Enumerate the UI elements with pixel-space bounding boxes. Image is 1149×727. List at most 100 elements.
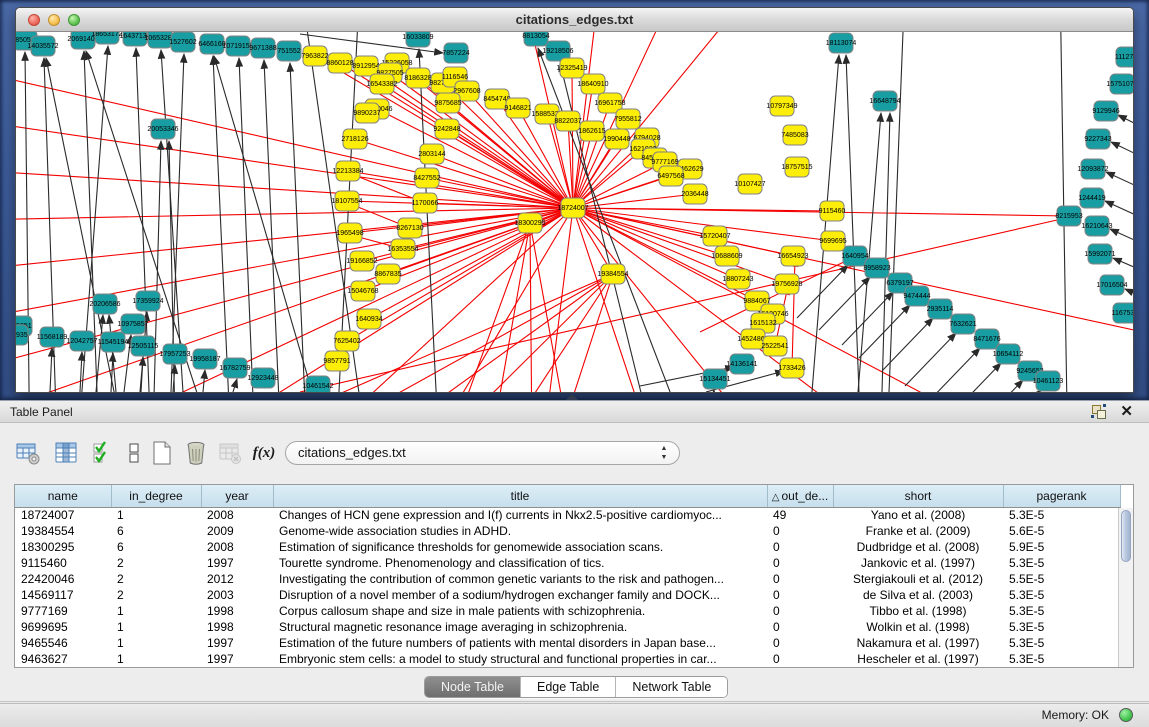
graph-node[interactable]: 2803144 (418, 144, 445, 164)
graph-node[interactable]: 16648794 (869, 91, 900, 111)
graph-node[interactable]: 18757515 (781, 157, 812, 177)
graph-node[interactable]: 12325419 (556, 58, 587, 78)
graph-node[interactable]: 15992071 (1084, 244, 1115, 264)
graph-node[interactable]: 16782759 (219, 358, 250, 378)
tab-network-table[interactable]: Network Table (615, 677, 727, 697)
table-row[interactable]: 1830029562008Estimation of significance … (15, 539, 1120, 555)
scrollbar-thumb[interactable] (1121, 510, 1131, 562)
graph-node[interactable]: 12042757 (66, 331, 97, 351)
graph-node[interactable]: 2036448 (681, 184, 708, 204)
graph-node[interactable]: 8267130 (396, 218, 423, 238)
graph-node[interactable]: 9857791 (323, 351, 350, 371)
graph-node[interactable]: 11545194 (98, 332, 129, 352)
citation-edge-black[interactable] (264, 60, 282, 392)
graph-node[interactable]: 18807243 (722, 269, 753, 289)
new-table-icon[interactable] (146, 437, 178, 469)
table-panel-header[interactable]: Table Panel ✕ (0, 400, 1149, 423)
select-columns-icon[interactable] (87, 437, 119, 469)
column-header-out-de-[interactable]: △out_de... (767, 485, 833, 507)
graph-node[interactable]: 19166852 (346, 251, 377, 271)
tab-edge-table[interactable]: Edge Table (520, 677, 615, 697)
graph-node[interactable]: 17016504 (1096, 275, 1127, 295)
graph-node[interactable]: 9242848 (433, 119, 460, 139)
graph-node[interactable]: 1527602 (169, 32, 196, 52)
citation-edge-black[interactable] (990, 390, 1041, 392)
graph-node[interactable]: 391935 (16, 325, 28, 345)
citation-edge-black[interactable] (290, 63, 308, 392)
table-settings-icon[interactable] (12, 437, 44, 469)
graph-node[interactable]: 20053346 (147, 119, 178, 139)
citation-edge-black[interactable] (972, 380, 1023, 392)
table-row[interactable]: 2242004622012Investigating the contribut… (15, 571, 1120, 587)
citation-edge-black[interactable] (239, 58, 256, 392)
graph-node[interactable]: 19384554 (597, 264, 628, 284)
graph-node[interactable]: 18653172 (91, 32, 122, 44)
graph-node[interactable]: 15720407 (699, 226, 730, 246)
graph-node[interactable]: 8958923 (863, 258, 890, 278)
graph-node[interactable]: 16210643 (1081, 216, 1112, 236)
citation-edge-red[interactable] (540, 274, 613, 392)
graph-node[interactable]: 1167533 (1112, 303, 1133, 323)
graph-node[interactable]: 1170066 (412, 193, 439, 213)
graph-node[interactable]: 19756928 (771, 274, 802, 294)
graph-node[interactable]: 18724007 (557, 198, 588, 218)
graph-node[interactable]: 16353554 (387, 239, 418, 259)
column-header-short[interactable]: short (833, 485, 1003, 507)
graph-node[interactable]: 9699695 (819, 231, 846, 251)
graph-node[interactable]: 2718126 (341, 129, 368, 149)
table-row[interactable]: 946362711997Embryonic stem cells: a mode… (15, 651, 1120, 667)
graph-node[interactable]: 12923448 (247, 368, 278, 388)
graph-node[interactable]: 15046768 (347, 281, 378, 301)
citation-edge-black[interactable] (1106, 172, 1133, 207)
graph-node[interactable]: 1244419 (1078, 188, 1105, 208)
citation-edge-black[interactable] (882, 113, 890, 392)
graph-node[interactable]: 9146821 (504, 98, 531, 118)
graph-node[interactable]: 1990448 (603, 129, 630, 149)
column-header-name[interactable]: name (15, 485, 111, 507)
graph-node[interactable]: 16654923 (777, 246, 808, 266)
graph-node[interactable]: 7632621 (949, 314, 976, 334)
table-row[interactable]: 911546021997Tourette syndrome. Phenomeno… (15, 555, 1120, 571)
citation-edge-black[interactable] (929, 348, 980, 392)
network-canvas[interactable]: 8850513140355722069140618653172164371341… (16, 32, 1133, 392)
graph-node[interactable]: 12505115 (128, 336, 159, 356)
graph-node[interactable]: 9115460 (819, 201, 846, 221)
graph-node[interactable]: 12213384 (332, 161, 363, 181)
graph-node[interactable]: 10461123 (1033, 371, 1064, 391)
citation-edge-red[interactable] (470, 274, 613, 392)
graph-node[interactable]: 9474444 (903, 286, 930, 306)
graph-node[interactable]: 10797349 (766, 96, 797, 116)
table-row[interactable]: 1872400712008Changes of HCN gene express… (15, 507, 1120, 523)
graph-node[interactable]: 14035572 (27, 36, 58, 56)
graph-node[interactable]: 10654112 (993, 344, 1024, 364)
citation-edge-red[interactable] (573, 176, 671, 208)
graph-node[interactable]: 8867835 (374, 264, 401, 284)
show-columns-icon[interactable] (50, 437, 82, 469)
citation-edge-black[interactable] (842, 292, 893, 345)
table-row[interactable]: 946554611997Estimation of the future num… (15, 635, 1120, 651)
node-table[interactable]: namein_degreeyeartitle△out_de...shortpag… (14, 484, 1134, 668)
graph-node[interactable]: 8813054 (522, 32, 549, 46)
tab-node-table[interactable]: Node Table (425, 677, 520, 697)
graph-node[interactable]: 7625402 (333, 331, 360, 351)
graph-node[interactable]: 16033809 (402, 32, 433, 47)
graph-node[interactable]: 18300295 (514, 213, 545, 233)
graph-node[interactable]: 6497568 (657, 166, 684, 186)
graph-node[interactable]: 10461542 (302, 376, 333, 392)
graph-node[interactable]: 18113074 (826, 33, 857, 53)
graph-node[interactable]: 8860128 (326, 53, 353, 73)
graph-node[interactable]: 1965498 (336, 223, 363, 243)
table-select-dropdown[interactable]: citations_edges.txt ▲▼ (285, 441, 680, 465)
graph-node[interactable]: 20206586 (89, 294, 120, 314)
graph-node[interactable]: 1640934 (355, 309, 382, 329)
citation-edge-black[interactable] (203, 370, 205, 392)
delete-table-icon[interactable] (180, 437, 212, 469)
citation-edge-black[interactable] (109, 315, 116, 392)
graph-node[interactable]: 7857224 (442, 43, 469, 63)
citation-edge-black[interactable] (1111, 142, 1133, 178)
citation-edge-black[interactable] (950, 363, 1001, 392)
import-table-icon[interactable] (214, 437, 246, 469)
graph-node[interactable]: 10107427 (734, 174, 765, 194)
column-header-pagerank[interactable]: pagerank (1003, 485, 1120, 507)
citation-edge-black[interactable] (233, 379, 237, 392)
